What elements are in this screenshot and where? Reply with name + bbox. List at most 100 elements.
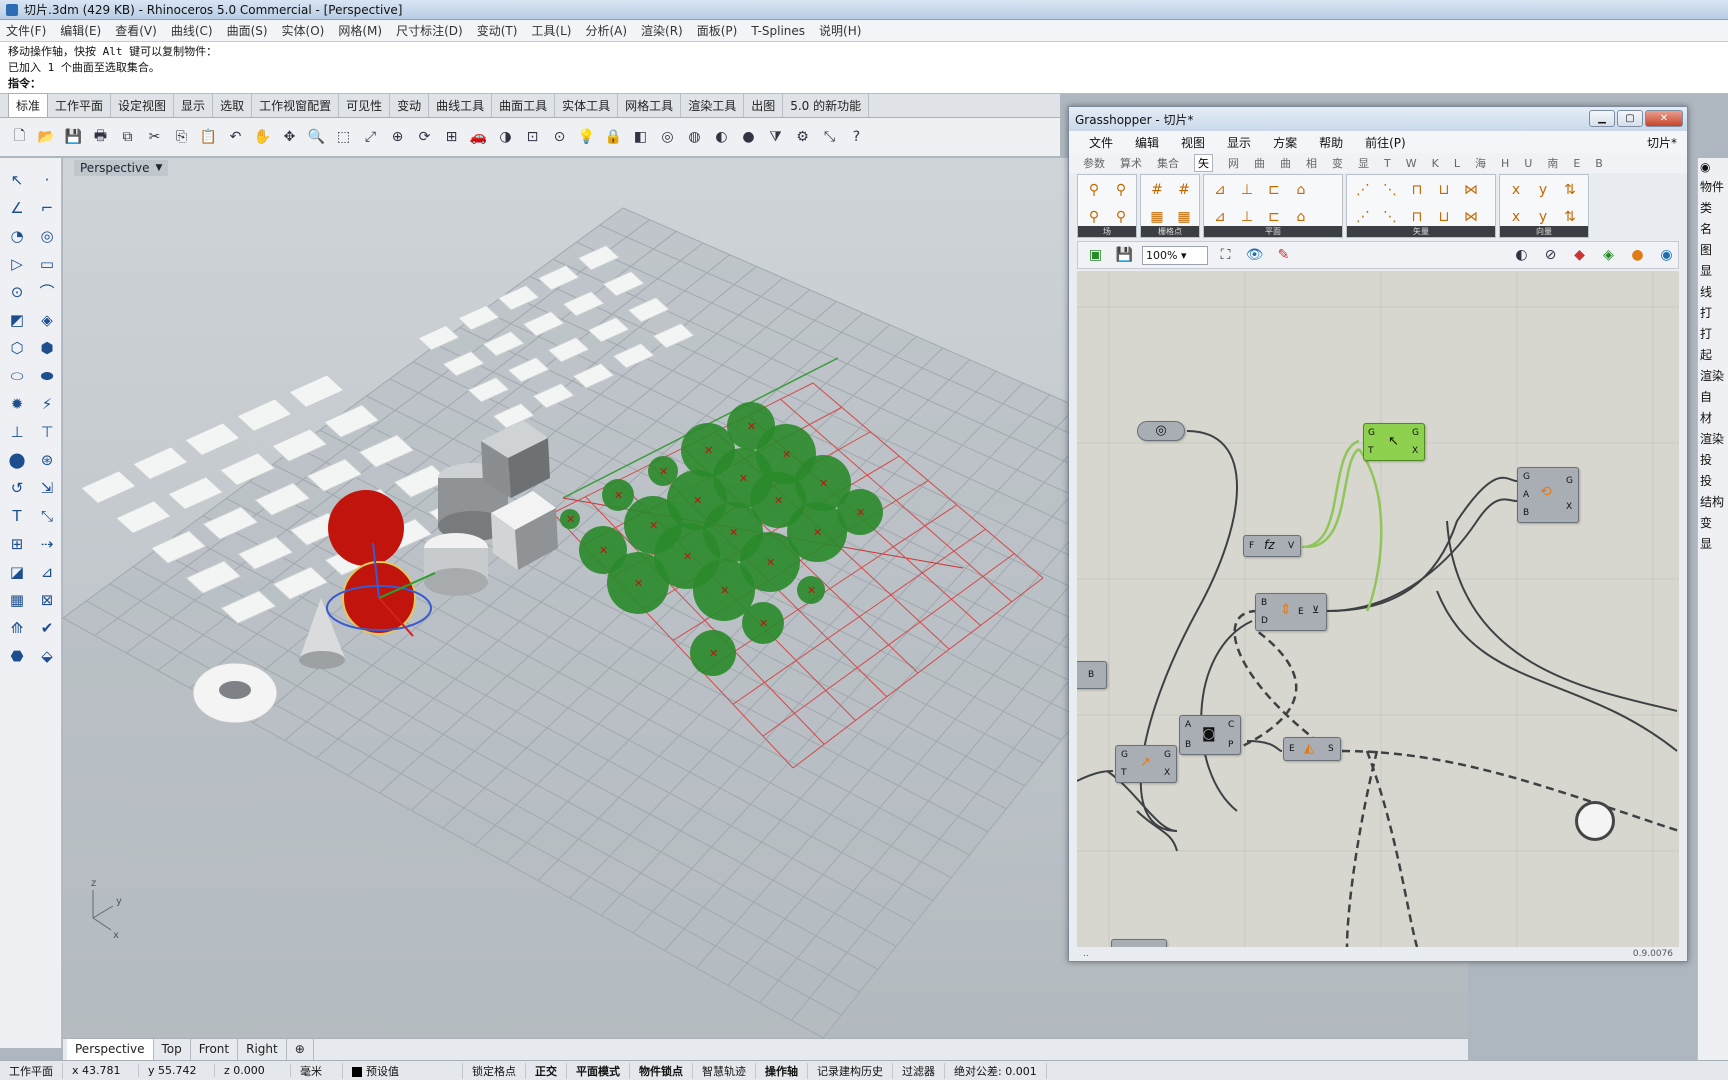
gh-menu-item[interactable]: 方案 (1273, 134, 1297, 151)
abcp-component[interactable]: A B ◙ C P (1179, 715, 1241, 755)
partial-component[interactable] (1111, 939, 1167, 947)
open-icon[interactable]: 📂 (35, 126, 58, 149)
gh-tab[interactable]: 曲 (1280, 155, 1291, 171)
gh-tab[interactable]: 网 (1228, 155, 1239, 171)
gh-tab[interactable]: T (1384, 157, 1391, 170)
tool-icon[interactable]: ⬣ (3, 642, 31, 669)
tool-icon[interactable]: ◪ (3, 558, 31, 585)
tool-icon[interactable]: · (33, 166, 61, 193)
status-toggle[interactable]: 智慧轨迹 (693, 1062, 756, 1079)
gh-document-tab[interactable]: 切片* (1647, 134, 1677, 151)
tool-icon[interactable]: ⤡ (33, 502, 61, 529)
rotate-view-icon[interactable]: ⟳ (413, 126, 436, 149)
tool-icon[interactable]: ⊤ (33, 418, 61, 445)
status-toggle[interactable]: 物件锁点 (630, 1062, 693, 1079)
toolbar-tab[interactable]: 渲染工具 (681, 94, 745, 117)
component-icon[interactable]: ⊓ (1404, 177, 1430, 203)
status-toggle[interactable]: 锁定格点 (463, 1062, 526, 1079)
grasshopper-window[interactable]: Grasshopper - 切片* ▁ ▢ ✕ 文件 编辑 视图 显示 方案 帮助 前往(P… (1068, 106, 1688, 962)
gh-tab[interactable]: B (1595, 157, 1603, 170)
tool-icon[interactable]: ⬭ (3, 362, 31, 389)
menu-item[interactable]: 分析(A) (585, 22, 627, 39)
component-icon[interactable]: ⋰ (1350, 177, 1376, 203)
component-icon[interactable]: x (1503, 177, 1529, 203)
zoom-extents-icon[interactable]: ⛶ (1214, 244, 1237, 267)
grasshopper-titlebar[interactable]: Grasshopper - 切片* ▁ ▢ ✕ (1069, 107, 1687, 131)
tool-icon[interactable]: ∠ (3, 194, 31, 221)
zoom-icon[interactable]: 🔍 (305, 126, 328, 149)
print-icon[interactable]: 🖶 (89, 126, 112, 149)
component-icon[interactable]: ⇅ (1557, 177, 1583, 203)
gh-tab[interactable]: W (1406, 157, 1417, 170)
no-preview-icon[interactable]: ⊘ (1539, 244, 1562, 267)
wireframe-preview-icon[interactable]: ◐ (1510, 244, 1533, 267)
zoom-extents-icon[interactable]: ⤢ (359, 126, 382, 149)
tool-icon[interactable]: ⇲ (33, 474, 61, 501)
copy-icon[interactable]: ⎘ (170, 126, 193, 149)
tool-icon[interactable]: ↖ (3, 166, 31, 193)
toolbar-tab[interactable]: 出图 (744, 94, 784, 117)
tool-icon[interactable]: ⬬ (33, 362, 61, 389)
save-file-icon[interactable]: 💾 (1113, 244, 1136, 267)
menu-item[interactable]: 工具(L) (531, 22, 571, 39)
b-component[interactable]: B (1077, 661, 1107, 689)
bd-component[interactable]: B D ⇕ E ⊻ (1255, 593, 1327, 631)
gh-tab[interactable]: 海 (1475, 155, 1486, 171)
cut-icon[interactable]: ✂ (143, 126, 166, 149)
gh-tab[interactable]: E (1573, 157, 1580, 170)
gh-tab[interactable]: 相 (1306, 155, 1317, 171)
gh-tab[interactable]: 显 (1358, 155, 1369, 171)
component-icon[interactable]: ⌂ (1288, 177, 1314, 203)
component-icon[interactable]: ⊿ (1207, 177, 1233, 203)
tool-icon[interactable]: ✹ (3, 390, 31, 417)
tool-icon[interactable]: ⊿ (33, 558, 61, 585)
help-icon[interactable]: ? (845, 126, 868, 149)
car-icon[interactable]: 🚗 (467, 126, 490, 149)
layer-status[interactable]: 预设值 (343, 1062, 463, 1079)
toolbar-tab[interactable]: 变动 (390, 94, 430, 117)
tool-icon[interactable]: ↺ (3, 474, 31, 501)
gh-tab[interactable]: 变 (1332, 155, 1343, 171)
grid-icon[interactable]: ⊡ (521, 126, 544, 149)
gh-menu-item[interactable]: 编辑 (1135, 134, 1159, 151)
tool-icon[interactable]: T (3, 502, 31, 529)
filter-icon[interactable]: ⧩ (764, 126, 787, 149)
component-icon[interactable]: ⚲ (1108, 177, 1134, 203)
gh-tab[interactable]: 算术 (1120, 155, 1142, 171)
color-wheel-icon[interactable]: ◎ (656, 126, 679, 149)
tool-icon[interactable]: ▦ (3, 586, 31, 613)
tool-icon[interactable]: ⚡ (33, 390, 61, 417)
tool-icon[interactable]: ⌐ (33, 194, 61, 221)
move-icon[interactable]: ✥ (278, 126, 301, 149)
shaded-preview-icon[interactable]: ◆ (1568, 244, 1591, 267)
gh-tab[interactable]: 曲 (1254, 155, 1265, 171)
toolbar-tab[interactable]: 实体工具 (555, 94, 619, 117)
tool-icon[interactable]: ◈ (33, 306, 61, 333)
minimize-button[interactable]: ▁ (1589, 110, 1615, 127)
component-icon[interactable]: ⋈ (1458, 177, 1484, 203)
tool-icon[interactable]: ▷ (3, 250, 31, 277)
tool-icon[interactable]: ◩ (3, 306, 31, 333)
zoom-select[interactable]: 100% ▾ (1142, 245, 1208, 265)
menu-item[interactable]: 查看(V) (115, 22, 157, 39)
selected-component[interactable]: G T G X ↖ (1363, 423, 1425, 461)
sketch-pen-icon[interactable]: ✎ (1272, 244, 1295, 267)
fz-component[interactable]: F fz V (1243, 535, 1301, 557)
tool-icon[interactable]: ⊠ (33, 586, 61, 613)
gh-tab[interactable]: L (1454, 157, 1460, 170)
gh-tab[interactable]: K (1432, 157, 1439, 170)
toolbar-tab[interactable]: 5.0 的新功能 (783, 94, 870, 117)
component-icon[interactable]: ⚲ (1081, 177, 1107, 203)
tool-icon[interactable]: ⟰ (3, 614, 31, 641)
layers-icon[interactable]: ◧ (629, 126, 652, 149)
toolbar-tab[interactable]: 网格工具 (618, 94, 682, 117)
undo-icon[interactable]: ↶ (224, 126, 247, 149)
material-icon[interactable]: ◐ (710, 126, 733, 149)
close-button[interactable]: ✕ (1645, 110, 1683, 127)
gh-tab[interactable]: 矢 (1194, 154, 1213, 172)
toolbar-tab[interactable]: 标准 (8, 93, 49, 117)
menu-item[interactable]: 尺寸标注(D) (396, 22, 463, 39)
save-icon[interactable]: 💾 (62, 126, 85, 149)
tool-icon[interactable]: ⬡ (3, 334, 31, 361)
menu-item[interactable]: 实体(O) (282, 22, 325, 39)
